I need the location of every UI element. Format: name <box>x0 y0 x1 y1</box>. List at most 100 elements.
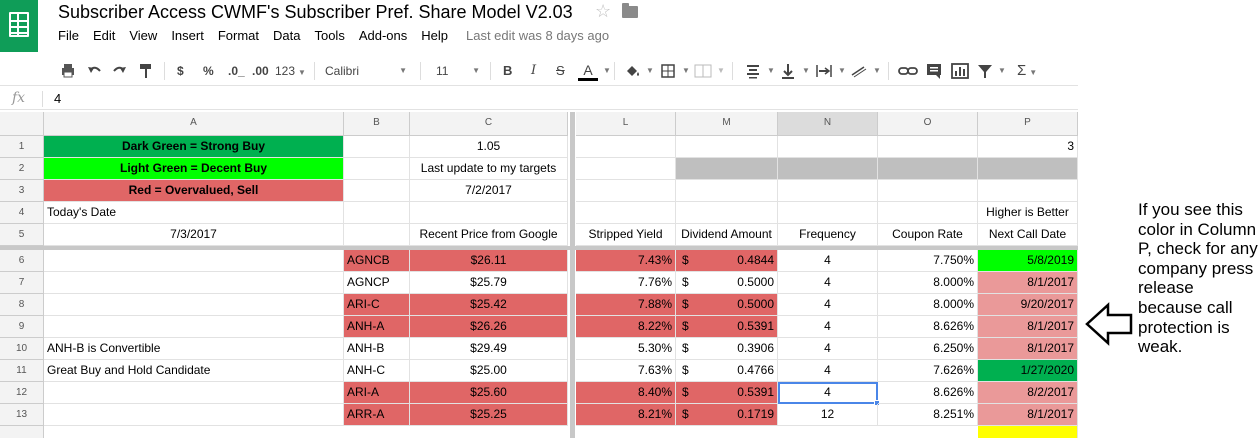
chevron-down-icon[interactable]: ▼ <box>603 61 611 81</box>
cell-p14[interactable] <box>978 426 1078 438</box>
select-all-corner[interactable] <box>0 112 44 136</box>
frozen-column-divider[interactable] <box>570 112 575 438</box>
row-header-2[interactable]: 2 <box>0 158 44 180</box>
italic-button[interactable]: I <box>531 61 536 81</box>
strikethrough-button[interactable]: S <box>556 61 565 81</box>
text-rotation-icon[interactable] <box>850 63 868 83</box>
cell-n13[interactable]: 12 <box>778 404 878 426</box>
row-header-7[interactable]: 7 <box>0 272 44 294</box>
cell-p1[interactable]: 3 <box>978 136 1078 158</box>
font-family-select[interactable]: Calibri ▼ <box>325 61 407 81</box>
row-header-9[interactable]: 9 <box>0 316 44 338</box>
cell-o1[interactable] <box>878 136 978 158</box>
column-header-c[interactable]: C <box>410 112 568 136</box>
undo-icon[interactable] <box>86 63 102 83</box>
chevron-down-icon[interactable]: ▼ <box>873 61 881 81</box>
cell-o9[interactable]: 8.626% <box>878 316 978 338</box>
cell-o7[interactable]: 8.000% <box>878 272 978 294</box>
cell-n5[interactable]: Frequency <box>778 224 878 246</box>
cell-o12[interactable]: 8.626% <box>878 382 978 404</box>
insert-chart-icon[interactable] <box>951 63 969 83</box>
cell-n12[interactable]: 4 <box>778 382 878 404</box>
cell-o5[interactable]: Coupon Rate <box>878 224 978 246</box>
chevron-down-icon[interactable]: ▼ <box>802 61 810 81</box>
formula-input[interactable]: 4 <box>54 91 61 106</box>
chevron-down-icon[interactable]: ▼ <box>838 61 846 81</box>
cell-l8[interactable]: 7.88% <box>576 294 676 316</box>
row-header-8[interactable]: 8 <box>0 294 44 316</box>
cell-p8[interactable]: 9/20/2017 <box>978 294 1078 316</box>
cell-n2[interactable] <box>778 158 878 180</box>
cell-p11[interactable]: 1/27/2020 <box>978 360 1078 382</box>
cell-m10[interactable]: $0.3906 <box>676 338 778 360</box>
insert-link-icon[interactable] <box>898 63 918 83</box>
cell-p10[interactable]: 8/1/2017 <box>978 338 1078 360</box>
borders-icon[interactable] <box>660 63 676 83</box>
menu-insert[interactable]: Insert <box>171 28 204 43</box>
cell-c9[interactable]: $26.26 <box>410 316 568 338</box>
cell-c6[interactable]: $26.11 <box>410 250 568 272</box>
cell-b8[interactable]: ARI-C <box>344 294 410 316</box>
cell-c4[interactable] <box>410 202 568 224</box>
menu-data[interactable]: Data <box>273 28 300 43</box>
cell-l6[interactable]: 7.43% <box>576 250 676 272</box>
chevron-down-icon[interactable]: ▼ <box>998 61 1006 81</box>
cell-c1[interactable]: 1.05 <box>410 136 568 158</box>
menu-help[interactable]: Help <box>421 28 448 43</box>
cell-a6[interactable] <box>44 250 344 272</box>
cell-o11[interactable]: 7.626% <box>878 360 978 382</box>
menu-addons[interactable]: Add-ons <box>359 28 407 43</box>
cell-l4[interactable] <box>576 202 676 224</box>
cell-l11[interactable]: 7.63% <box>576 360 676 382</box>
cell-c13[interactable]: $25.25 <box>410 404 568 426</box>
cell-n4[interactable] <box>778 202 878 224</box>
menu-edit[interactable]: Edit <box>93 28 115 43</box>
column-header-l[interactable]: L <box>576 112 676 136</box>
cell-n3[interactable] <box>778 180 878 202</box>
cell-l2[interactable] <box>576 158 676 180</box>
column-header-n[interactable]: N <box>778 112 878 136</box>
last-edit-link[interactable]: Last edit was 8 days ago <box>466 28 609 43</box>
redo-icon[interactable] <box>112 63 128 83</box>
cell-p7[interactable]: 8/1/2017 <box>978 272 1078 294</box>
cell-m5[interactable]: Dividend Amount <box>676 224 778 246</box>
percent-format-button[interactable]: % <box>203 61 214 81</box>
cell-c7[interactable]: $25.79 <box>410 272 568 294</box>
cell-a12[interactable] <box>44 382 344 404</box>
fill-color-icon[interactable] <box>624 63 642 83</box>
cell-b4[interactable] <box>344 202 410 224</box>
cell-b7[interactable]: AGNCP <box>344 272 410 294</box>
cell-c8[interactable]: $25.42 <box>410 294 568 316</box>
cell-o2[interactable] <box>878 158 978 180</box>
cell-o8[interactable]: 8.000% <box>878 294 978 316</box>
cell-b2[interactable] <box>344 158 410 180</box>
cell-b1[interactable] <box>344 136 410 158</box>
cell-p2[interactable] <box>978 158 1078 180</box>
cell-c11[interactable]: $25.00 <box>410 360 568 382</box>
cell-b13[interactable]: ARR-A <box>344 404 410 426</box>
row-header-6[interactable]: 6 <box>0 250 44 272</box>
cell-c12[interactable]: $25.60 <box>410 382 568 404</box>
chevron-down-icon[interactable]: ▼ <box>767 61 775 81</box>
functions-button[interactable]: Σ ▼ <box>1017 61 1037 81</box>
cell-a13[interactable] <box>44 404 344 426</box>
decrease-decimal-button[interactable]: .0_ <box>228 61 245 81</box>
row-header-5[interactable]: 5 <box>0 224 44 246</box>
cell-b6[interactable]: AGNCB <box>344 250 410 272</box>
cell-l10[interactable]: 5.30% <box>576 338 676 360</box>
cell-p13[interactable]: 8/1/2017 <box>978 404 1078 426</box>
cell-n6[interactable]: 4 <box>778 250 878 272</box>
cell-a1[interactable]: Dark Green = Strong Buy <box>44 136 344 158</box>
column-header-b[interactable]: B <box>344 112 410 136</box>
cell-o4[interactable] <box>878 202 978 224</box>
text-wrapping-icon[interactable] <box>815 63 833 83</box>
cell-m13[interactable]: $0.1719 <box>676 404 778 426</box>
cell-a7[interactable] <box>44 272 344 294</box>
row-header-14[interactable] <box>0 426 44 438</box>
cell-c3[interactable]: 7/2/2017 <box>410 180 568 202</box>
cell-m3[interactable] <box>676 180 778 202</box>
cell-m2[interactable] <box>676 158 778 180</box>
cell-a11[interactable]: Great Buy and Hold Candidate <box>44 360 344 382</box>
cell-m4[interactable] <box>676 202 778 224</box>
cell-n11[interactable]: 4 <box>778 360 878 382</box>
